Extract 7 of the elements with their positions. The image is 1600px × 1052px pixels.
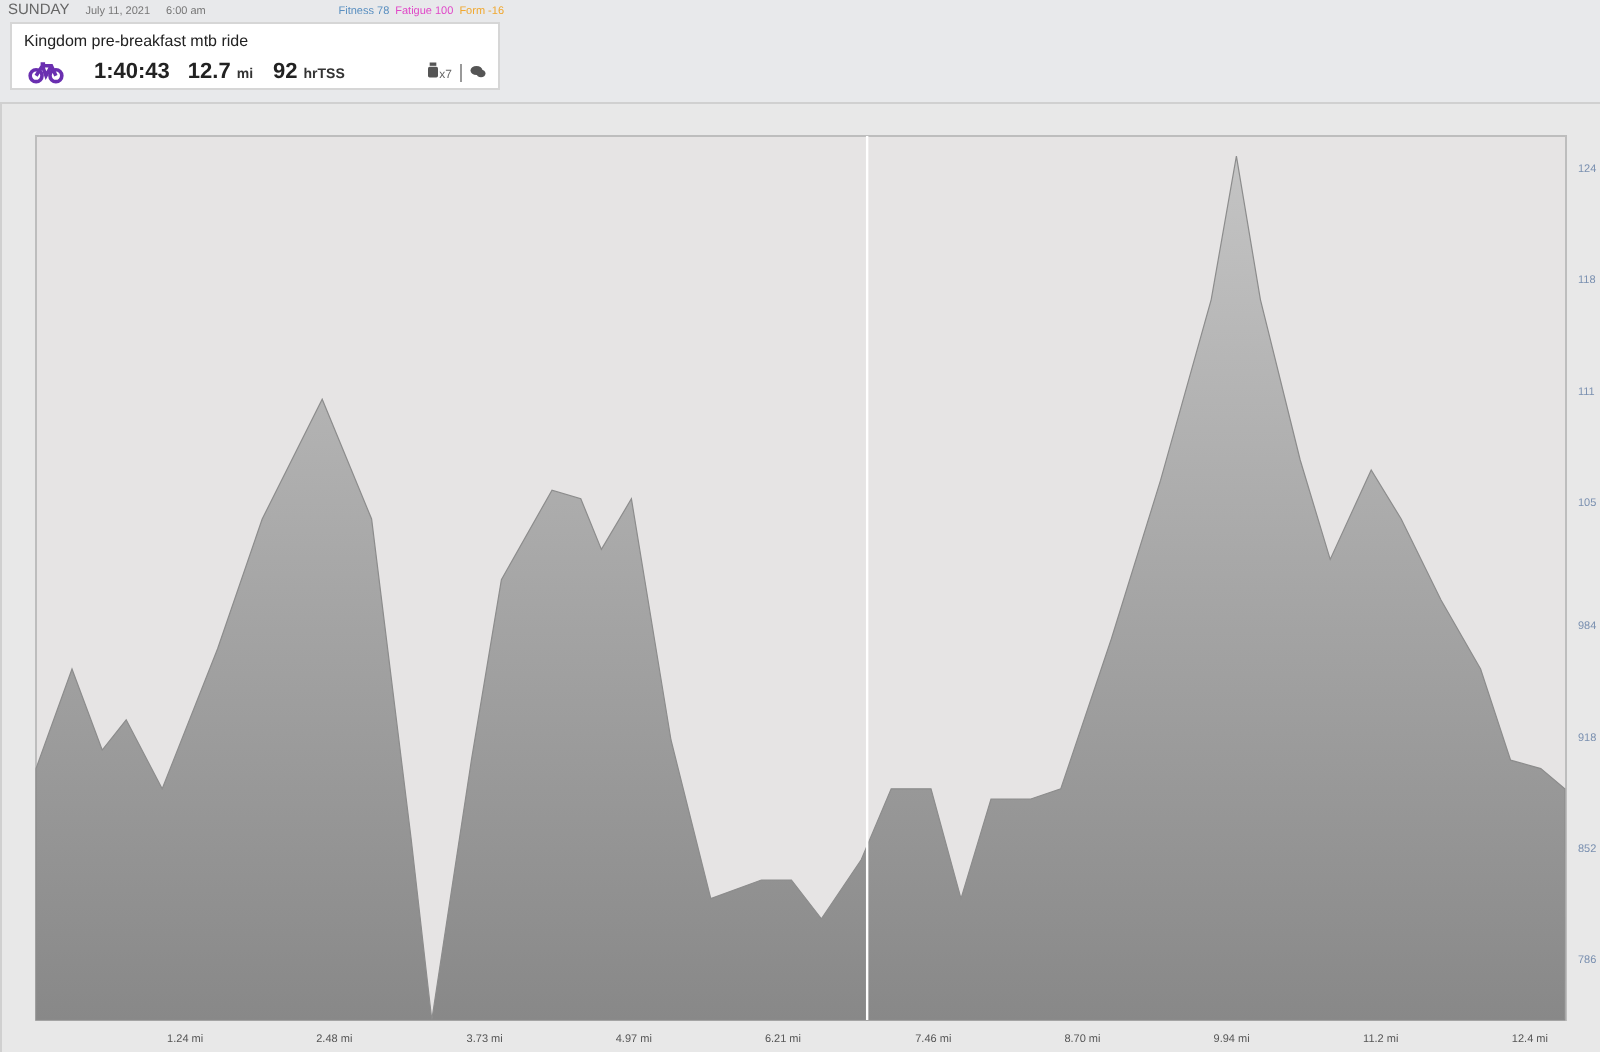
comment-icon[interactable]	[470, 66, 486, 78]
distance-value: 12.7	[187, 60, 231, 84]
tss-value: 92	[273, 60, 298, 84]
bicycle-icon	[28, 61, 64, 83]
workout-title: Kingdom pre-breakfast mtb ride	[24, 32, 251, 50]
duration-value: 1:40:43	[94, 60, 170, 84]
device-icon	[427, 62, 438, 78]
